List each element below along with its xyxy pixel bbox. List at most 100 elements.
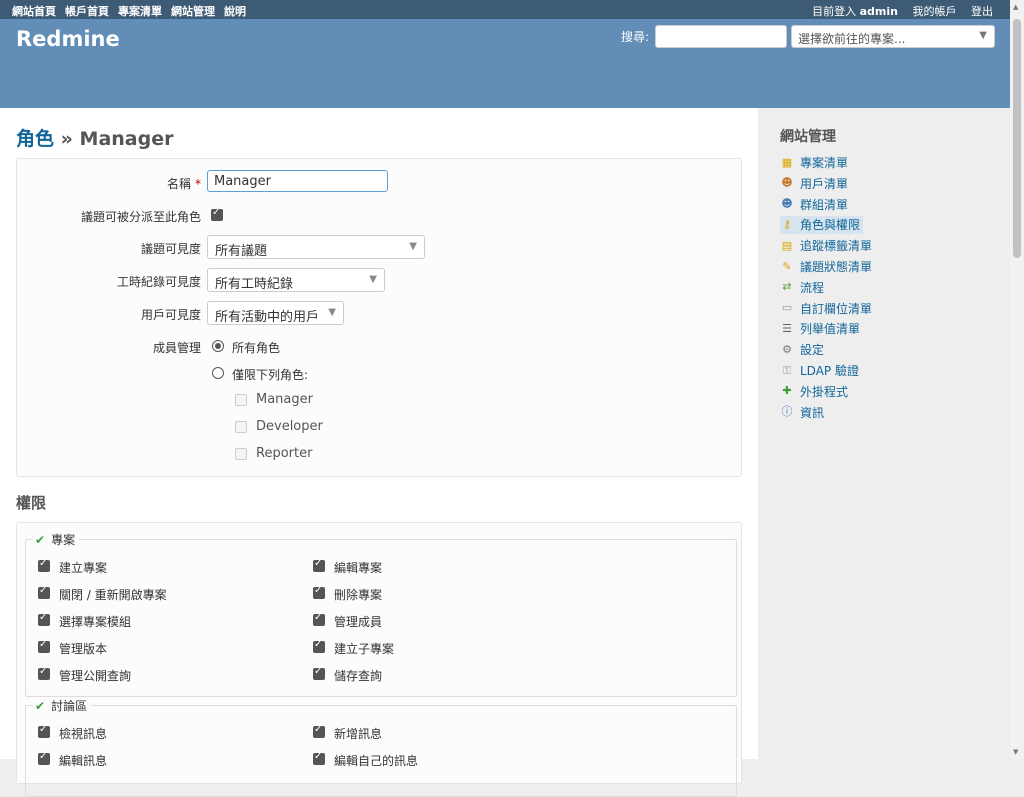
custom-field-icon: ▭: [781, 301, 793, 315]
sidebar-title: 網站管理: [780, 129, 836, 145]
radio-all-roles-label: 所有角色: [232, 341, 281, 355]
sidebar-item-issue-statuses[interactable]: ✎ 議題狀態清單: [780, 258, 872, 276]
sidebar-item-trackers[interactable]: ▤ 追蹤標籤清單: [780, 237, 872, 255]
sidebar-item-label[interactable]: LDAP 驗證: [800, 364, 859, 378]
sidebar-item-label[interactable]: 外掛程式: [800, 385, 848, 399]
sidebar-item-label[interactable]: 列舉值清單: [800, 322, 860, 336]
logout-link[interactable]: 登出: [971, 5, 993, 18]
perm-checkbox-edit-messages[interactable]: [38, 751, 50, 765]
sidebar-item-roles[interactable]: ⚷ 角色與權限: [780, 216, 864, 235]
sidebar-item-projects[interactable]: ▦ 專案清單: [780, 154, 848, 172]
perm-checkbox-delete-project[interactable]: [313, 585, 325, 599]
sidebar-item-custom-fields[interactable]: ▭ 自訂欄位清單: [780, 300, 872, 318]
top-link-help[interactable]: 說明: [224, 5, 246, 18]
name-field[interactable]: Manager: [207, 170, 388, 192]
search-input[interactable]: [655, 25, 787, 48]
top-link-my-page[interactable]: 帳戶首頁: [65, 5, 109, 18]
assignable-checkbox[interactable]: [211, 207, 223, 221]
sidebar-item-ldap[interactable]: ⚿ LDAP 驗證: [780, 362, 859, 380]
sidebar-item-label[interactable]: 自訂欄位清單: [800, 302, 872, 316]
time-visibility-select[interactable]: 所有工時紀錄 ▼: [207, 268, 385, 292]
perm-checkbox-edit-project[interactable]: [313, 558, 325, 572]
scroll-up-arrow-icon[interactable]: ▲: [1013, 3, 1018, 11]
perm-checkbox-select-modules[interactable]: [38, 612, 50, 626]
perm-checkbox-add-messages[interactable]: [313, 724, 325, 738]
sidebar-item-label[interactable]: 角色與權限: [800, 218, 860, 232]
sidebar-item-settings[interactable]: ⚙ 設定: [780, 341, 824, 359]
permission-group-project-legend[interactable]: ✔ 專案: [33, 531, 80, 548]
search-label: 搜尋:: [621, 30, 650, 44]
sidebar-item-label[interactable]: 群組清單: [800, 198, 848, 212]
perm-checkbox-save-queries[interactable]: [313, 666, 325, 680]
radio-all-roles[interactable]: [212, 340, 224, 352]
page-title: 角色 » Manager: [16, 124, 173, 151]
perm-checkbox-add-project[interactable]: [38, 558, 50, 572]
top-link-projects[interactable]: 專案清單: [118, 5, 162, 18]
sidebar-item-info[interactable]: ⓘ 資訊: [780, 404, 825, 422]
sidebar: 網站管理 ▦ 專案清單 ☻ 用戶清單 ☻ 群組清單 ⚷ 角色與權限 ▤ 追蹤標籤清單 ✎ 議題狀態清單…: [758, 108, 1010, 759]
perm-checkbox-manage-members[interactable]: [313, 612, 325, 626]
name-label-text: 名稱: [166, 177, 191, 191]
perm-label-save-queries: 儲存查詢: [334, 669, 383, 683]
sidebar-item-users[interactable]: ☻ 用戶清單: [780, 175, 848, 193]
sidebar-item-label[interactable]: 專案清單: [800, 156, 848, 170]
required-mark: *: [195, 177, 201, 191]
role-form-box: 名稱 * Manager 議題可被分派至此角色 議題可見度 所有議題 ▼ 工時紀錄可…: [16, 158, 742, 477]
perm-label-edit-own-messages: 編輯自己的訊息: [334, 754, 419, 768]
issues-visibility-select[interactable]: 所有議題 ▼: [207, 235, 425, 259]
group-icon: ☻: [781, 197, 793, 211]
user-link[interactable]: admin: [860, 5, 898, 18]
perm-checkbox-manage-public-queries[interactable]: [38, 666, 50, 680]
perm-checkbox-close-project[interactable]: [38, 585, 50, 599]
logged-in-prefix: 目前登入: [812, 5, 857, 18]
sidebar-item-label[interactable]: 資訊: [800, 406, 824, 420]
sidebar-item-plugins[interactable]: ✚ 外掛程式: [780, 383, 848, 401]
perm-checkbox-manage-versions[interactable]: [38, 639, 50, 653]
perm-label-select-modules: 選擇專案模組: [59, 615, 132, 629]
top-link-home[interactable]: 網站首頁: [12, 5, 56, 18]
scrollbar-thumb[interactable]: [1013, 19, 1021, 258]
breadcrumb-roles[interactable]: 角色: [16, 128, 54, 150]
main-content: 角色 » Manager 名稱 * Manager 議題可被分派至此角色 議題可見…: [0, 108, 758, 797]
sidebar-item-label[interactable]: 設定: [800, 343, 824, 357]
perm-label-add-messages: 新增訊息: [334, 727, 383, 741]
perm-checkbox-add-subprojects[interactable]: [313, 639, 325, 653]
status-icon: ✎: [782, 259, 792, 273]
project-jump-select[interactable]: 選擇欲前往的專案... ▼: [791, 25, 995, 48]
perm-label-edit-messages: 編輯訊息: [59, 754, 108, 768]
permissions-heading: 權限: [16, 494, 47, 512]
check-icon: ✔: [35, 699, 46, 713]
perm-checkbox-view-messages[interactable]: [38, 724, 50, 738]
sidebar-item-enumerations[interactable]: ☰ 列舉值清單: [780, 320, 860, 338]
perm-label-delete-project: 刪除專案: [334, 588, 383, 602]
role-label-reporter: Reporter: [256, 446, 313, 461]
time-visibility-value: 所有工時紀錄: [215, 277, 294, 292]
sidebar-item-workflows[interactable]: ⇄ 流程: [780, 279, 824, 297]
radio-limited-roles[interactable]: [212, 367, 224, 379]
role-checkbox-reporter[interactable]: [235, 448, 247, 460]
header: Redmine 搜尋: 選擇欲前往的專案... ▼: [0, 19, 1010, 108]
name-label: 名稱 *: [17, 175, 201, 192]
role-checkbox-developer[interactable]: [235, 421, 247, 433]
site-title[interactable]: Redmine: [16, 27, 120, 51]
role-name-title: Manager: [79, 128, 174, 150]
sidebar-item-label[interactable]: 流程: [800, 281, 824, 295]
top-menu-right: 目前登入 admin 我的帳戶 登出: [801, 3, 993, 19]
breadcrumb-separator: »: [60, 128, 73, 150]
permission-group-boards-legend[interactable]: ✔ 討論區: [33, 697, 92, 714]
perm-checkbox-edit-own-messages[interactable]: [313, 751, 325, 765]
users-visibility-select[interactable]: 所有活動中的用戶 ▼: [207, 301, 344, 325]
perm-label-view-messages: 檢視訊息: [59, 727, 108, 741]
scroll-down-arrow-icon[interactable]: ▼: [1013, 748, 1018, 756]
perm-label-close-project: 關閉 / 重新開啟專案: [59, 588, 167, 602]
issues-visibility-value: 所有議題: [215, 244, 268, 259]
top-link-administration[interactable]: 網站管理: [171, 5, 215, 18]
my-account-link[interactable]: 我的帳戶: [913, 5, 957, 18]
chevron-down-icon: ▼: [328, 307, 336, 318]
sidebar-item-label[interactable]: 議題狀態清單: [800, 260, 872, 274]
role-checkbox-manager[interactable]: [235, 394, 247, 406]
sidebar-item-label[interactable]: 追蹤標籤清單: [800, 239, 872, 253]
scrollbar[interactable]: ▲ ▼: [1010, 0, 1024, 759]
sidebar-item-label[interactable]: 用戶清單: [800, 177, 848, 191]
sidebar-item-groups[interactable]: ☻ 群組清單: [780, 196, 848, 214]
